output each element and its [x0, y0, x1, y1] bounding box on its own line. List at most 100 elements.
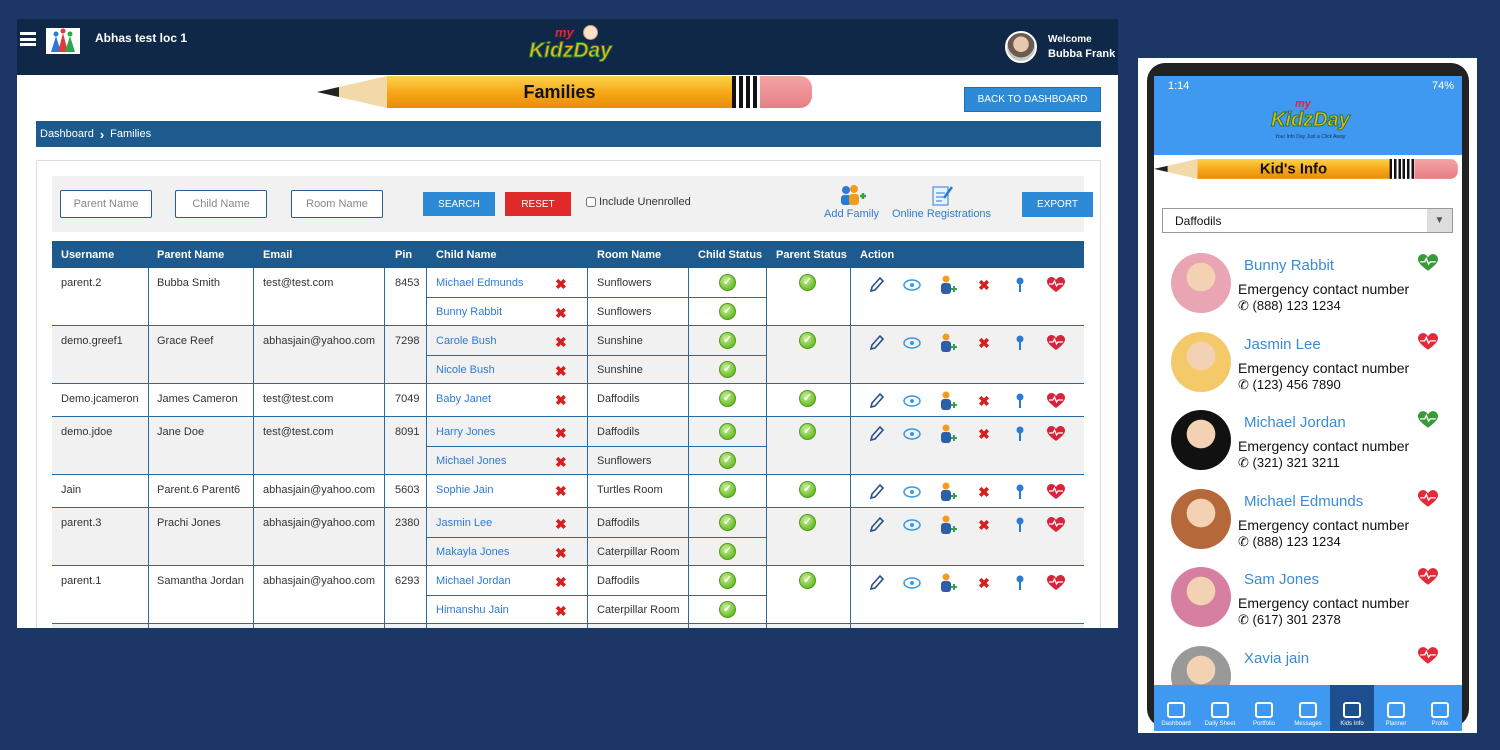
kid-name[interactable]: Xavia jain [1244, 650, 1309, 667]
cell-child-name[interactable]: Nicole Bush [436, 364, 495, 376]
online-registrations-button[interactable]: Online Registrations [892, 184, 991, 220]
view-eye-icon[interactable] [894, 395, 930, 407]
view-eye-icon[interactable] [894, 337, 930, 349]
nav-item-daily-sheet[interactable]: Daily Sheet [1198, 685, 1242, 731]
add-guardian-icon[interactable] [930, 482, 966, 502]
add-guardian-icon[interactable] [930, 424, 966, 444]
child-status-check-icon[interactable]: ✓ [719, 274, 736, 291]
health-heart-icon[interactable] [1038, 484, 1074, 500]
remove-child-icon[interactable]: ✖ [555, 516, 567, 533]
remove-child-icon[interactable]: ✖ [555, 276, 567, 293]
add-guardian-icon[interactable] [930, 515, 966, 535]
edit-pencil-icon[interactable] [858, 276, 894, 294]
emergency-phone[interactable]: (321) 321 3211 [1253, 455, 1340, 470]
health-heart-icon[interactable] [1038, 393, 1074, 409]
breadcrumb-dashboard[interactable]: Dashboard [40, 128, 94, 140]
health-heart-icon[interactable] [1038, 517, 1074, 533]
view-eye-icon[interactable] [894, 577, 930, 589]
menu-icon[interactable] [20, 32, 36, 46]
child-status-check-icon[interactable]: ✓ [719, 601, 736, 618]
cell-child-name[interactable]: Carole Bush [436, 335, 497, 347]
parent-status-check-icon[interactable]: ✓ [799, 572, 816, 589]
nav-item-profile[interactable]: Profile [1418, 685, 1462, 731]
remove-child-icon[interactable]: ✖ [555, 574, 567, 591]
add-guardian-icon[interactable] [930, 391, 966, 411]
child-name-input[interactable]: Child Name [175, 190, 267, 218]
room-select[interactable]: Daffodils ▼ [1162, 208, 1453, 233]
cell-child-name[interactable]: Michael Jordan [436, 575, 511, 587]
remove-child-icon[interactable]: ✖ [555, 603, 567, 620]
kid-list-item[interactable]: Bunny Rabbit Emergency contact number ✆ (8… [1154, 251, 1462, 330]
col-username[interactable]: Username [61, 249, 114, 261]
health-heart-icon[interactable] [1418, 254, 1438, 277]
health-heart-icon[interactable] [1418, 489, 1438, 513]
include-unenrolled-checkbox[interactable]: Include Unenrolled [586, 196, 691, 208]
parent-status-check-icon[interactable]: ✓ [799, 390, 816, 407]
col-child-status[interactable]: Child Status [698, 249, 762, 261]
child-status-check-icon[interactable]: ✓ [719, 572, 736, 589]
kid-name[interactable]: Michael Edmunds [1244, 493, 1363, 510]
kid-list-item[interactable]: Michael Jordan Emergency contact number ✆ … [1154, 408, 1462, 487]
kid-list-item[interactable]: Jasmin Lee Emergency contact number ✆ (123… [1154, 330, 1462, 409]
cell-child-name[interactable]: Makayla Jones [436, 546, 509, 558]
emergency-phone[interactable]: (888) 123 1234 [1253, 534, 1341, 549]
delete-x-icon[interactable]: ✖ [966, 575, 1002, 592]
delete-x-icon[interactable]: ✖ [966, 335, 1002, 352]
remove-child-icon[interactable]: ✖ [555, 425, 567, 442]
child-status-check-icon[interactable]: ✓ [719, 332, 736, 349]
parent-name-input[interactable]: Parent Name [60, 190, 152, 218]
child-status-check-icon[interactable]: ✓ [719, 514, 736, 531]
search-button[interactable]: SEARCH [423, 192, 495, 216]
cell-child-name[interactable]: Sophie Jain [436, 484, 494, 496]
child-status-check-icon[interactable]: ✓ [719, 481, 736, 498]
remove-child-icon[interactable]: ✖ [555, 483, 567, 500]
emergency-phone[interactable]: (888) 123 1234 [1253, 298, 1341, 313]
location-pin-icon[interactable] [1002, 574, 1038, 592]
nav-item-portfolio[interactable]: Portfolio [1242, 685, 1286, 731]
location-pin-icon[interactable] [1002, 425, 1038, 443]
remove-child-icon[interactable]: ✖ [555, 334, 567, 351]
parent-status-check-icon[interactable]: ✓ [799, 481, 816, 498]
health-heart-icon[interactable] [1038, 277, 1074, 293]
location-pin-icon[interactable] [1002, 483, 1038, 501]
parent-status-check-icon[interactable]: ✓ [799, 274, 816, 291]
parent-status-check-icon[interactable]: ✓ [799, 332, 816, 349]
add-family-button[interactable]: Add Family [824, 184, 879, 220]
location-pin-icon[interactable] [1002, 516, 1038, 534]
user-avatar[interactable] [1005, 31, 1037, 63]
remove-child-icon[interactable]: ✖ [555, 392, 567, 409]
cell-child-name[interactable]: Jasmin Lee [436, 517, 492, 529]
nav-item-kids-info[interactable]: Kids Info [1330, 685, 1374, 731]
parent-status-check-icon[interactable]: ✓ [799, 514, 816, 531]
health-heart-icon[interactable] [1038, 426, 1074, 442]
child-status-check-icon[interactable]: ✓ [719, 390, 736, 407]
kid-list-item[interactable]: Sam Jones Emergency contact number ✆ (617)… [1154, 565, 1462, 644]
unenrolled-checkbox[interactable] [586, 197, 596, 207]
kid-name[interactable]: Sam Jones [1244, 571, 1319, 588]
delete-x-icon[interactable]: ✖ [966, 517, 1002, 534]
col-parent-status[interactable]: Parent Status [776, 249, 847, 261]
child-status-check-icon[interactable]: ✓ [719, 423, 736, 440]
health-heart-icon[interactable] [1418, 568, 1438, 591]
back-to-dashboard-button[interactable]: BACK TO DASHBOARD [964, 87, 1101, 112]
col-pin[interactable]: Pin [395, 249, 412, 261]
cell-child-name[interactable]: Michael Edmunds [436, 277, 523, 289]
location-pin-icon[interactable] [1002, 334, 1038, 352]
health-heart-icon[interactable] [1418, 332, 1438, 356]
edit-pencil-icon[interactable] [858, 392, 894, 410]
remove-child-icon[interactable]: ✖ [555, 305, 567, 322]
col-room-name[interactable]: Room Name [597, 249, 661, 261]
cell-child-name[interactable]: Harry Jones [436, 426, 495, 438]
room-name-input[interactable]: Room Name [291, 190, 383, 218]
location-pin-icon[interactable] [1002, 392, 1038, 410]
nav-item-messages[interactable]: Messages [1286, 685, 1330, 731]
edit-pencil-icon[interactable] [858, 334, 894, 352]
cell-child-name[interactable]: Bunny Rabbit [436, 306, 502, 318]
col-parent-name[interactable]: Parent Name [157, 249, 224, 261]
cell-child-name[interactable]: Baby Janet [436, 393, 491, 405]
chevron-down-icon[interactable]: ▼ [1427, 209, 1452, 232]
kid-name[interactable]: Bunny Rabbit [1244, 257, 1334, 274]
export-button[interactable]: EXPORT [1022, 192, 1093, 217]
delete-x-icon[interactable]: ✖ [966, 393, 1002, 410]
remove-child-icon[interactable]: ✖ [555, 363, 567, 380]
